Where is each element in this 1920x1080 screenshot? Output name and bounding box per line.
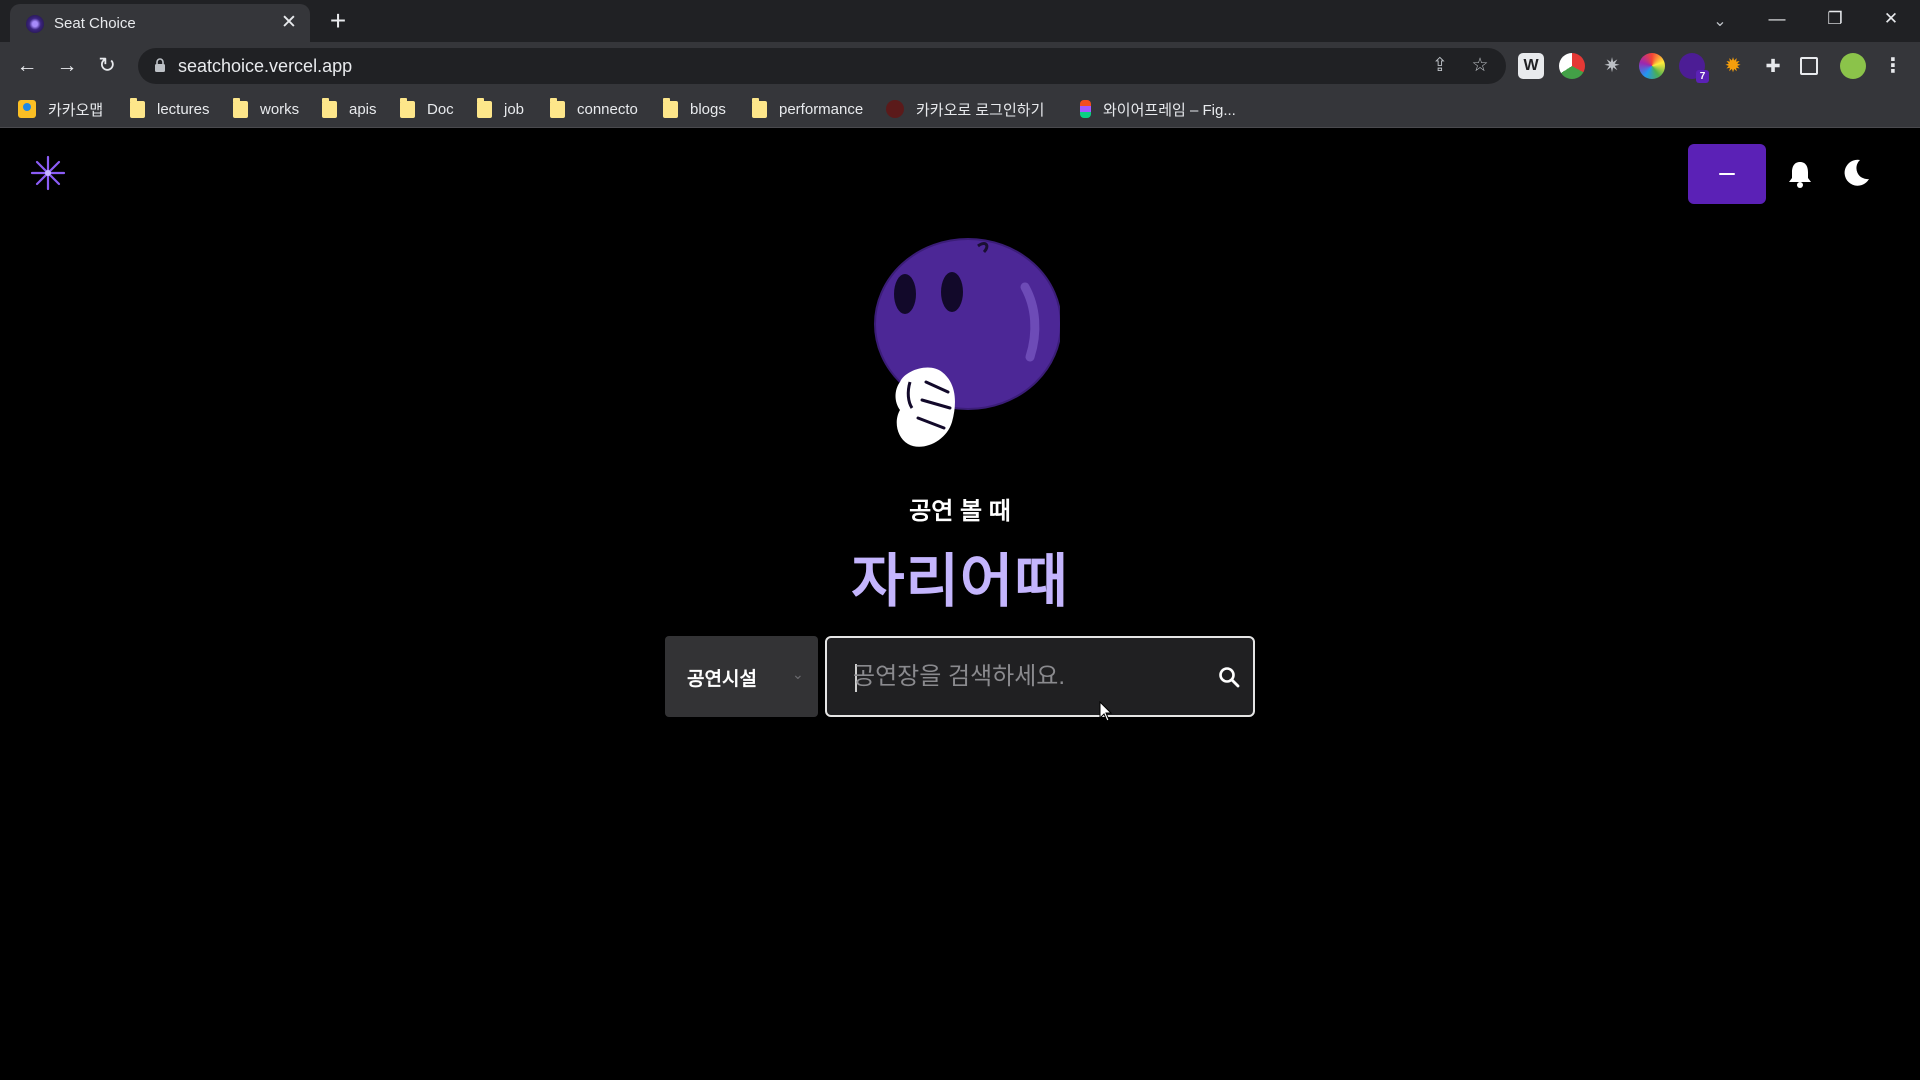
browser-tab-strip: Seat Choice ✕ + ⌄ — ❐ ✕	[0, 0, 1920, 42]
bookmark-label: apis	[349, 100, 377, 118]
bookmark-label: Doc	[427, 100, 454, 118]
address-bar[interactable]: seatchoice.vercel.app ⇪ ☆	[138, 48, 1506, 84]
lock-icon	[155, 58, 165, 72]
bookmark-label: performance	[779, 100, 864, 118]
extension-rainbow-icon[interactable]	[1639, 53, 1665, 79]
extension-gear-icon[interactable]: ✷	[1599, 53, 1625, 79]
search-box[interactable]	[825, 636, 1255, 717]
back-icon[interactable]: ←	[13, 52, 41, 80]
browser-toolbar: ← → ↻ seatchoice.vercel.app ⇪ ☆ W ✷ 7 ✹ …	[0, 42, 1920, 90]
extension-sun-icon[interactable]: ✹	[1720, 53, 1746, 79]
chevron-down-icon: ⌄	[792, 666, 804, 682]
bookmark-label: lectures	[157, 100, 210, 118]
category-select-value: 공연시설	[687, 669, 757, 690]
profile-avatar-icon[interactable]	[1840, 53, 1866, 79]
search-input[interactable]	[853, 638, 1193, 715]
minimize-window-button[interactable]: —	[1748, 0, 1806, 38]
bookmark-label: job	[504, 100, 525, 118]
search-icon[interactable]	[1217, 665, 1241, 689]
bookmark-folder[interactable]: performance	[752, 97, 864, 119]
restore-window-button[interactable]: ❐	[1806, 0, 1864, 38]
url-text: seatchoice.vercel.app	[178, 56, 353, 76]
folder-icon	[663, 97, 678, 118]
extension-badge-count: 7	[1696, 70, 1709, 83]
new-tab-button[interactable]: +	[324, 7, 352, 36]
site-favicon-icon	[26, 15, 44, 33]
bookmark-label: works	[260, 100, 300, 118]
mascot-illustration	[874, 238, 1060, 447]
bookmark-label: 카카오로 로그인하기	[916, 101, 1045, 119]
bookmark-folder[interactable]: works	[233, 97, 300, 119]
bookmark-folder[interactable]: blogs	[663, 97, 726, 119]
figma-icon	[1080, 100, 1091, 118]
extension-w-icon[interactable]: W	[1518, 53, 1544, 79]
bookmark-label: 와이어프레임 – Fig...	[1103, 101, 1236, 119]
reload-icon[interactable]: ↻	[93, 52, 121, 80]
bookmark-folder[interactable]: lectures	[130, 97, 210, 119]
extension-colorwheel-icon[interactable]	[1559, 53, 1585, 79]
forward-icon[interactable]: →	[53, 52, 81, 80]
extension-badge-icon[interactable]: 7	[1679, 53, 1709, 83]
close-tab-icon[interactable]: ✕	[278, 12, 300, 34]
bookmark-folder[interactable]: apis	[322, 97, 377, 119]
category-select[interactable]: 공연시설 ⌄	[665, 636, 818, 717]
bookmark-folder[interactable]: job	[477, 97, 525, 119]
bookmark-label: blogs	[690, 100, 726, 118]
bookmark-folder[interactable]: connecto	[550, 97, 638, 119]
hero-subtitle: 공연 볼 때	[909, 498, 1011, 525]
bookmark-item[interactable]: 와이어프레임 – Fig...	[1080, 99, 1236, 119]
folder-icon	[477, 97, 492, 118]
extensions-puzzle-icon[interactable]: ✚	[1760, 53, 1786, 79]
folder-icon	[550, 97, 565, 118]
logo-star-icon[interactable]	[30, 155, 66, 191]
browser-menu-icon[interactable]: ⋮	[1880, 53, 1906, 79]
share-icon[interactable]: ⇪	[1428, 54, 1452, 78]
folder-icon	[400, 97, 415, 118]
bell-icon[interactable]	[1785, 159, 1815, 189]
bookmark-item[interactable]: 카카오로 로그인하기	[886, 99, 1044, 119]
minus-icon	[1719, 173, 1735, 175]
bookmark-star-icon[interactable]: ☆	[1468, 54, 1492, 78]
menu-button[interactable]	[1688, 144, 1766, 204]
folder-icon	[752, 97, 767, 118]
browser-tab[interactable]: Seat Choice ✕	[10, 4, 310, 42]
bookmark-folder[interactable]: Doc	[400, 97, 454, 119]
bookmark-item[interactable]: 카카오맵	[18, 99, 103, 119]
folder-icon	[233, 97, 248, 118]
brand-title: 자리어때	[851, 549, 1069, 614]
folder-icon	[322, 97, 337, 118]
folder-icon	[130, 97, 145, 118]
bookmark-label: connecto	[577, 100, 638, 118]
tab-title: Seat Choice	[54, 15, 136, 32]
bookmarks-bar: 카카오맵 lectures works apis Doc job connect…	[0, 90, 1920, 128]
page-content: 공연 볼 때 자리어때 공연시설 ⌄	[0, 129, 1920, 1080]
side-panel-icon[interactable]	[1800, 57, 1818, 75]
tab-search-icon[interactable]: ⌄	[1706, 8, 1734, 36]
bookmark-label: 카카오맵	[48, 101, 104, 119]
kakao-chat-icon	[886, 100, 904, 118]
moon-icon[interactable]	[1840, 157, 1872, 189]
mouse-pointer-icon	[1099, 701, 1113, 722]
map-pin-icon	[18, 100, 36, 118]
close-window-button[interactable]: ✕	[1862, 0, 1920, 38]
